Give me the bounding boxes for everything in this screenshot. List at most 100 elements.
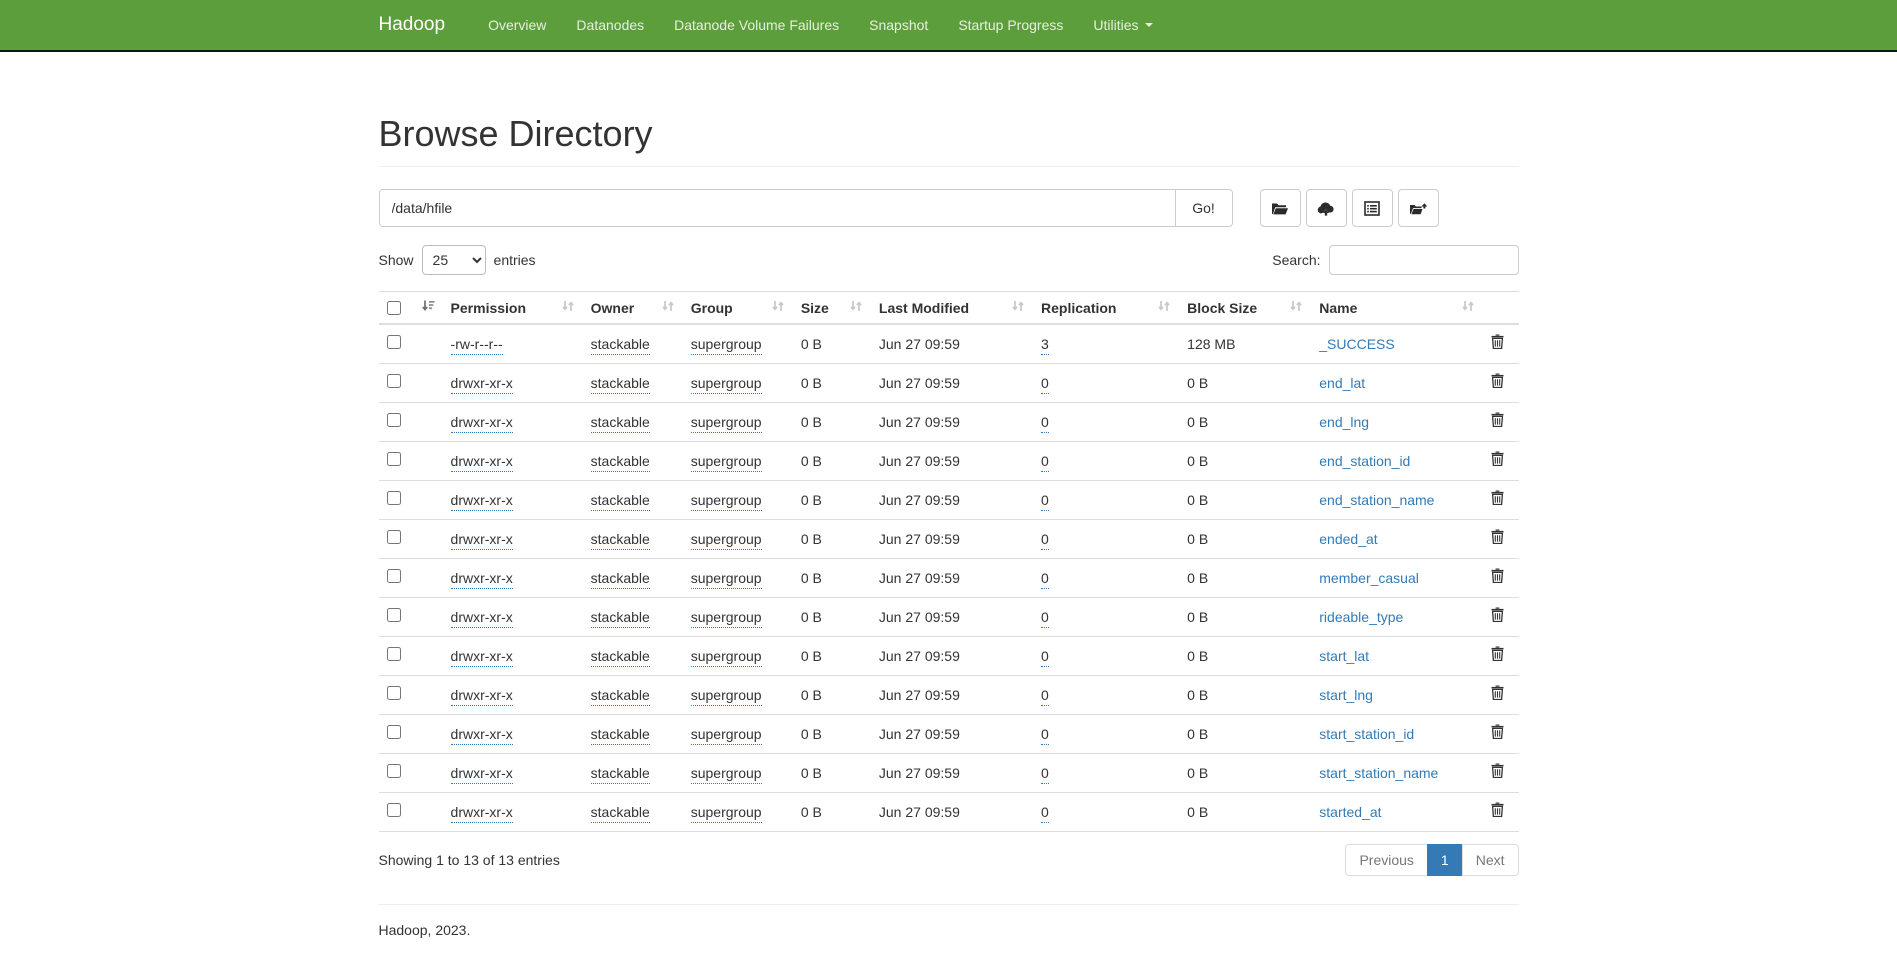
trash-icon[interactable] xyxy=(1491,607,1504,627)
replication-value[interactable]: 0 xyxy=(1041,687,1049,706)
row-checkbox[interactable] xyxy=(387,452,401,466)
replication-value[interactable]: 0 xyxy=(1041,609,1049,628)
replication-value[interactable]: 0 xyxy=(1041,414,1049,433)
column-header-replication[interactable]: Replication xyxy=(1033,292,1179,325)
owner-value[interactable]: stackable xyxy=(591,531,650,550)
trash-icon[interactable] xyxy=(1491,412,1504,432)
file-name-link[interactable]: _SUCCESS xyxy=(1319,336,1394,352)
search-input[interactable] xyxy=(1329,245,1519,275)
sort-icon[interactable] xyxy=(561,299,575,316)
pagination-previous[interactable]: Previous xyxy=(1345,844,1427,876)
owner-value[interactable]: stackable xyxy=(591,609,650,628)
nav-item-snapshot[interactable]: Snapshot xyxy=(854,0,943,50)
list-view-button[interactable] xyxy=(1352,189,1393,227)
sort-icon[interactable] xyxy=(661,299,675,316)
permission-value[interactable]: -rw-r--r-- xyxy=(451,336,503,355)
column-header-permission[interactable]: Permission xyxy=(443,292,583,325)
row-checkbox[interactable] xyxy=(387,686,401,700)
pagination-page-1[interactable]: 1 xyxy=(1427,844,1463,876)
upload-file-button[interactable] xyxy=(1306,189,1347,227)
sort-icon[interactable] xyxy=(771,299,785,316)
nav-item-overview[interactable]: Overview xyxy=(473,0,561,50)
trash-icon[interactable] xyxy=(1491,724,1504,744)
row-checkbox[interactable] xyxy=(387,413,401,427)
replication-value[interactable]: 0 xyxy=(1041,765,1049,784)
owner-value[interactable]: stackable xyxy=(591,570,650,589)
trash-icon[interactable] xyxy=(1491,568,1504,588)
file-name-link[interactable]: start_lng xyxy=(1319,687,1373,703)
trash-icon[interactable] xyxy=(1491,802,1504,822)
column-header-name[interactable]: Name xyxy=(1311,292,1483,325)
nav-item-datanodes[interactable]: Datanodes xyxy=(561,0,659,50)
owner-value[interactable]: stackable xyxy=(591,648,650,667)
column-header-last-modified[interactable]: Last Modified xyxy=(871,292,1033,325)
group-value[interactable]: supergroup xyxy=(691,726,762,745)
group-value[interactable]: supergroup xyxy=(691,492,762,511)
group-value[interactable]: supergroup xyxy=(691,648,762,667)
replication-value[interactable]: 0 xyxy=(1041,531,1049,550)
group-value[interactable]: supergroup xyxy=(691,414,762,433)
file-name-link[interactable]: end_lat xyxy=(1319,375,1365,391)
row-checkbox[interactable] xyxy=(387,764,401,778)
group-value[interactable]: supergroup xyxy=(691,609,762,628)
permission-value[interactable]: drwxr-xr-x xyxy=(451,765,513,784)
group-value[interactable]: supergroup xyxy=(691,375,762,394)
replication-value[interactable]: 0 xyxy=(1041,726,1049,745)
nav-item-startup-progress[interactable]: Startup Progress xyxy=(943,0,1078,50)
permission-value[interactable]: drwxr-xr-x xyxy=(451,570,513,589)
replication-value[interactable]: 0 xyxy=(1041,804,1049,823)
permission-value[interactable]: drwxr-xr-x xyxy=(451,375,513,394)
row-checkbox[interactable] xyxy=(387,374,401,388)
file-name-link[interactable]: end_station_id xyxy=(1319,453,1410,469)
permission-value[interactable]: drwxr-xr-x xyxy=(451,531,513,550)
owner-value[interactable]: stackable xyxy=(591,726,650,745)
owner-value[interactable]: stackable xyxy=(591,687,650,706)
sort-icon[interactable] xyxy=(1289,299,1303,316)
file-name-link[interactable]: ended_at xyxy=(1319,531,1377,547)
column-header-select[interactable] xyxy=(379,292,443,325)
permission-value[interactable]: drwxr-xr-x xyxy=(451,726,513,745)
row-checkbox[interactable] xyxy=(387,725,401,739)
sort-icon[interactable] xyxy=(1157,299,1171,316)
group-value[interactable]: supergroup xyxy=(691,804,762,823)
row-checkbox[interactable] xyxy=(387,803,401,817)
file-name-link[interactable]: started_at xyxy=(1319,804,1381,820)
owner-value[interactable]: stackable xyxy=(591,804,650,823)
brand-link[interactable]: Hadoop xyxy=(379,14,456,36)
permission-value[interactable]: drwxr-xr-x xyxy=(451,648,513,667)
nav-item-utilities[interactable]: Utilities xyxy=(1078,0,1167,50)
file-name-link[interactable]: start_station_name xyxy=(1319,765,1438,781)
owner-value[interactable]: stackable xyxy=(591,414,650,433)
go-button[interactable]: Go! xyxy=(1175,189,1233,227)
replication-value[interactable]: 0 xyxy=(1041,375,1049,394)
file-name-link[interactable]: start_station_id xyxy=(1319,726,1414,742)
file-name-link[interactable]: member_casual xyxy=(1319,570,1419,586)
row-checkbox[interactable] xyxy=(387,491,401,505)
file-name-link[interactable]: end_lng xyxy=(1319,414,1369,430)
group-value[interactable]: supergroup xyxy=(691,765,762,784)
trash-icon[interactable] xyxy=(1491,334,1504,354)
file-name-link[interactable]: start_lat xyxy=(1319,648,1369,664)
file-name-link[interactable]: rideable_type xyxy=(1319,609,1403,625)
trash-icon[interactable] xyxy=(1491,529,1504,549)
group-value[interactable]: supergroup xyxy=(691,336,762,355)
replication-value[interactable]: 0 xyxy=(1041,453,1049,472)
owner-value[interactable]: stackable xyxy=(591,453,650,472)
open-folder-button[interactable] xyxy=(1260,189,1301,227)
sort-icon[interactable] xyxy=(1461,299,1475,316)
owner-value[interactable]: stackable xyxy=(591,492,650,511)
permission-value[interactable]: drwxr-xr-x xyxy=(451,804,513,823)
sort-icon[interactable] xyxy=(1011,299,1025,316)
group-value[interactable]: supergroup xyxy=(691,570,762,589)
trash-icon[interactable] xyxy=(1491,451,1504,471)
column-header-block-size[interactable]: Block Size xyxy=(1179,292,1311,325)
file-name-link[interactable]: end_station_name xyxy=(1319,492,1434,508)
group-value[interactable]: supergroup xyxy=(691,453,762,472)
replication-value[interactable]: 0 xyxy=(1041,648,1049,667)
page-size-select[interactable]: 25 xyxy=(422,245,486,275)
row-checkbox[interactable] xyxy=(387,569,401,583)
nav-item-datanode-volume-failures[interactable]: Datanode Volume Failures xyxy=(659,0,854,50)
row-checkbox[interactable] xyxy=(387,647,401,661)
permission-value[interactable]: drwxr-xr-x xyxy=(451,414,513,433)
create-directory-button[interactable] xyxy=(1398,189,1439,227)
